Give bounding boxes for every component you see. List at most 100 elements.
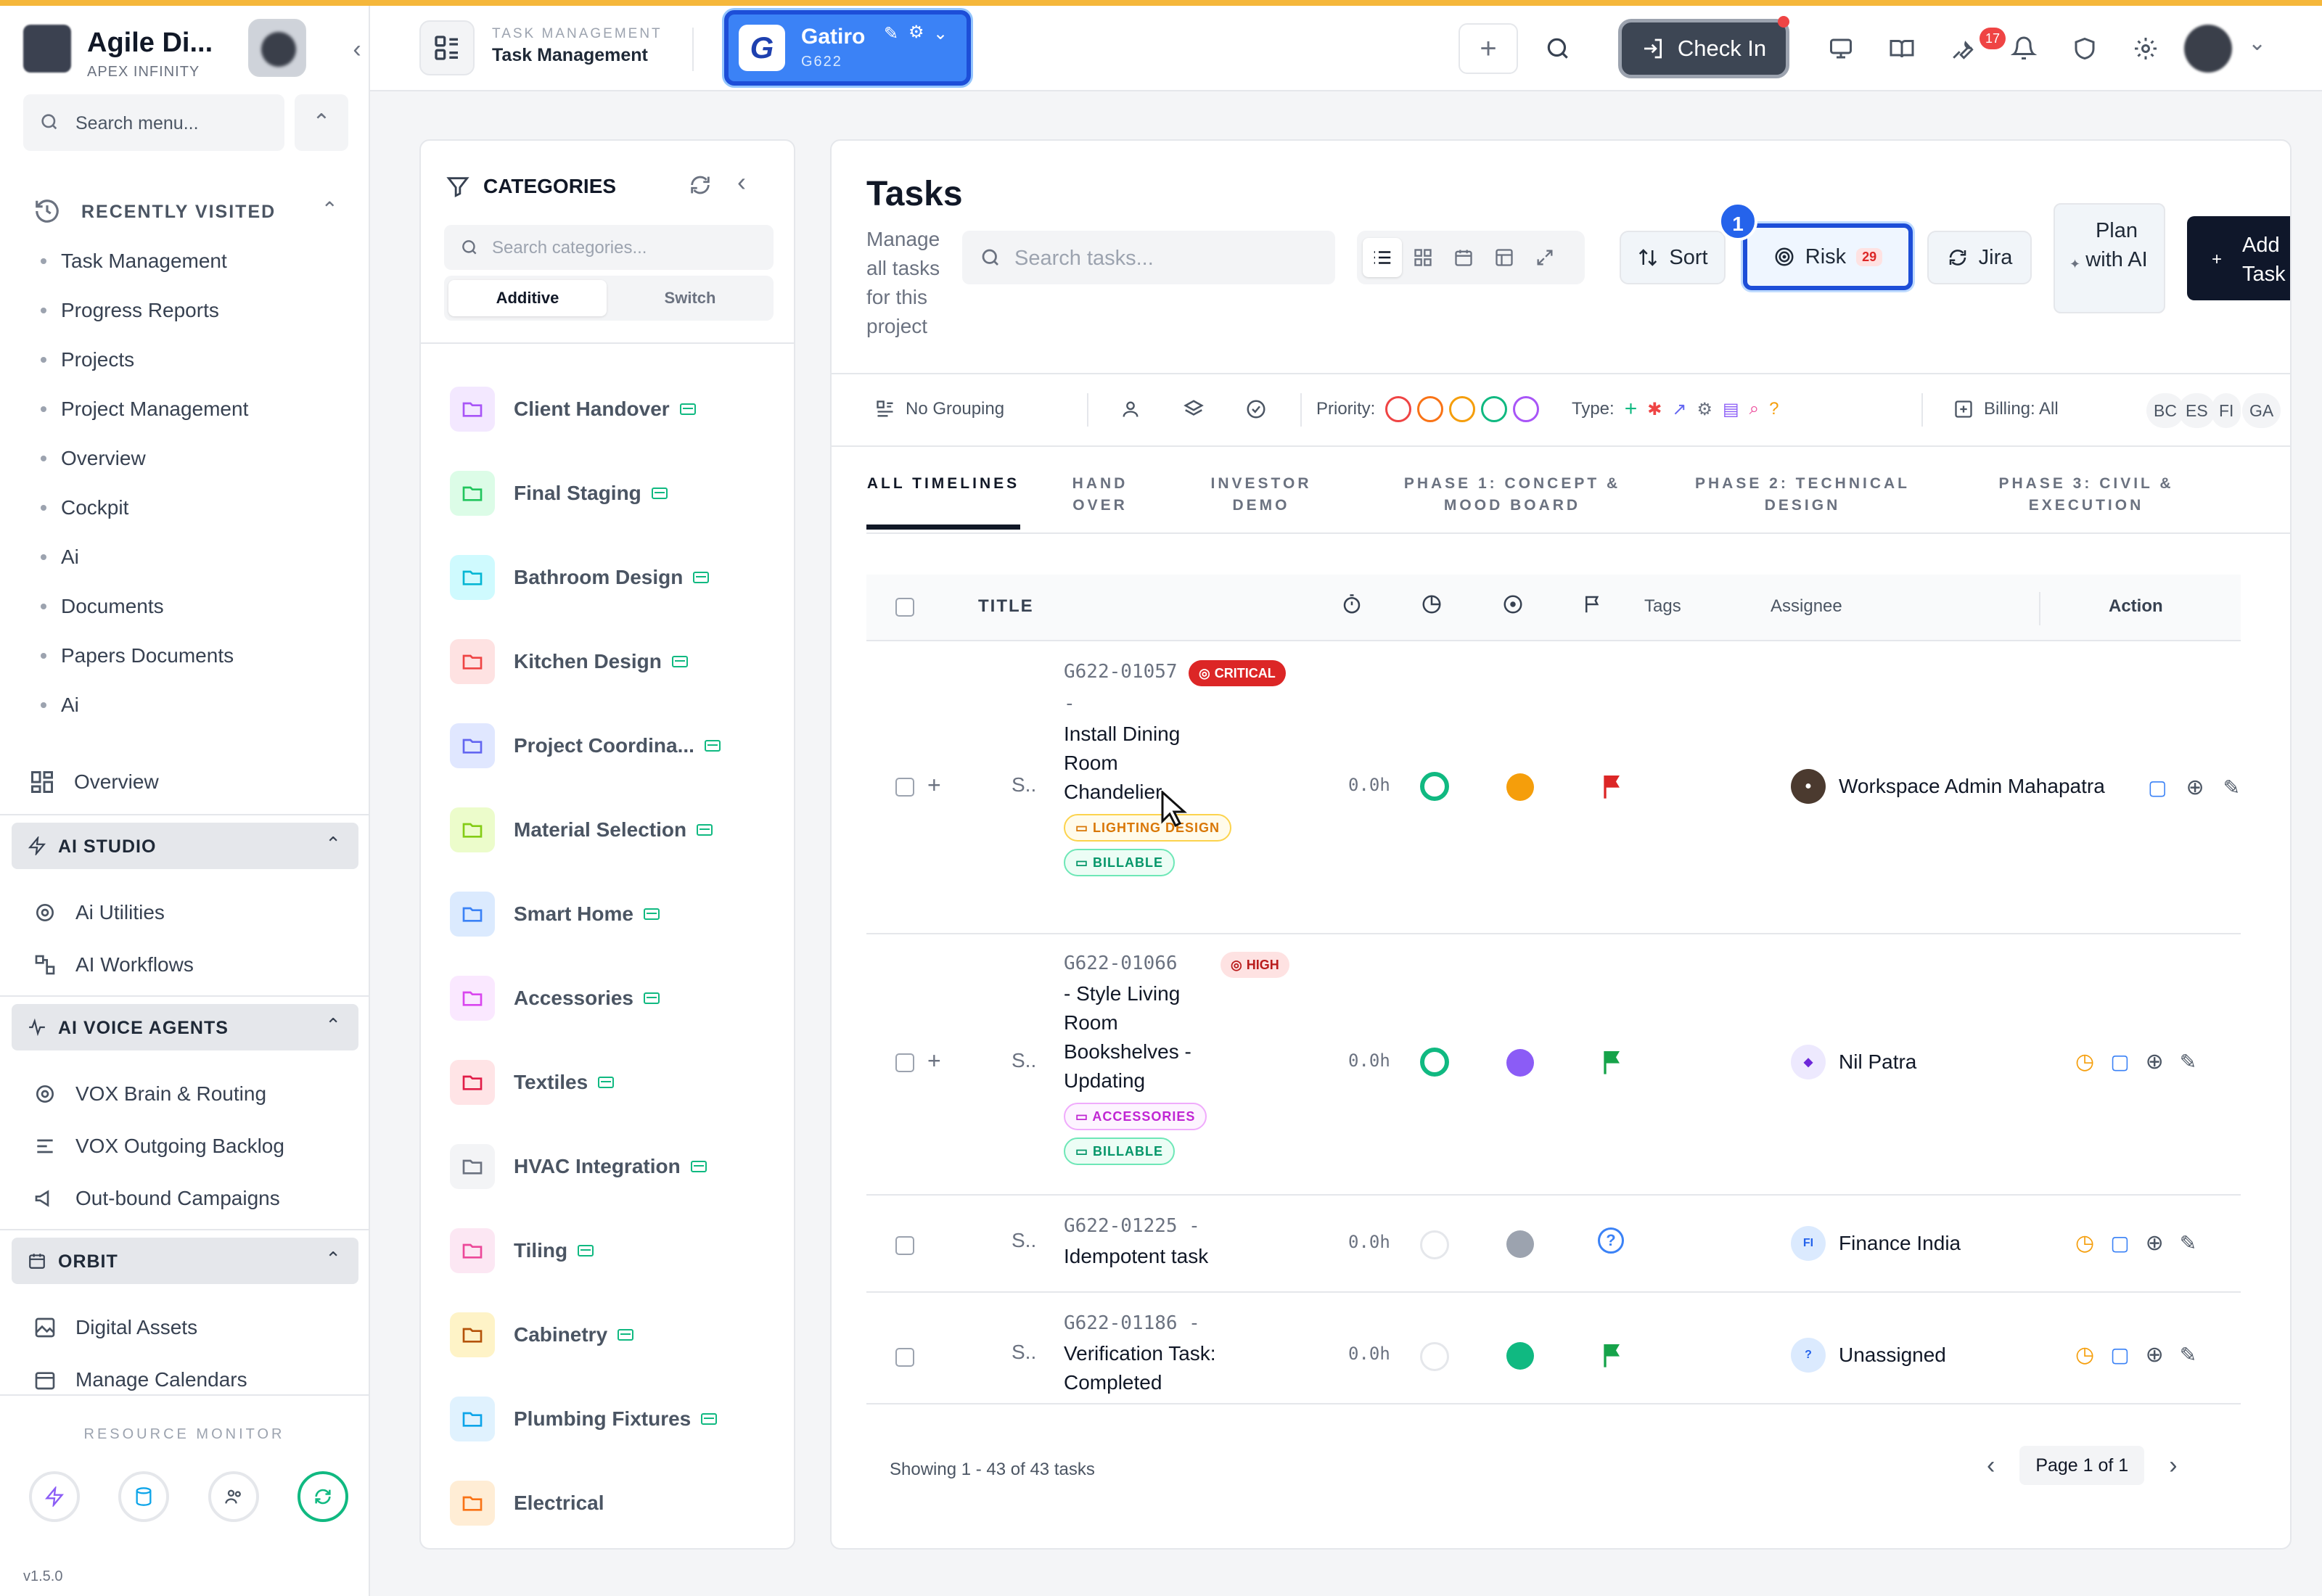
sidebar-collapse-button[interactable]: ‹ bbox=[342, 35, 372, 64]
task-title-block[interactable]: G622-01225 - Idempotent task bbox=[1064, 1210, 1223, 1271]
check-in-button[interactable]: Check In bbox=[1618, 19, 1789, 78]
edit-icon[interactable]: ✎ bbox=[2180, 1343, 2196, 1367]
column-progress[interactable] bbox=[1421, 593, 1443, 620]
priority-none-toggle[interactable] bbox=[1513, 396, 1540, 422]
module-switcher-button[interactable] bbox=[419, 20, 475, 75]
add-subtask-icon[interactable]: ⊕ bbox=[2146, 1342, 2164, 1367]
section-ai-studio[interactable]: AI STUDIO ⌃ bbox=[12, 823, 358, 869]
priority-critical-toggle[interactable] bbox=[1385, 396, 1412, 422]
category-tag[interactable]: ▭ LIGHTING DESIGN bbox=[1064, 814, 1232, 842]
chevron-down-icon[interactable]: ⌄ bbox=[933, 23, 948, 44]
type-question-icon[interactable]: ? bbox=[1769, 399, 1779, 419]
task-title-block[interactable]: G622-01186 - Verification Task: Complete… bbox=[1064, 1307, 1231, 1397]
category-tag[interactable]: ▭ ACCESSORIES bbox=[1064, 1103, 1207, 1130]
docs-button[interactable] bbox=[1878, 25, 1926, 73]
recent-item[interactable]: Cockpit bbox=[41, 483, 248, 532]
category-search-input[interactable]: Search categories... bbox=[444, 225, 774, 270]
tools-button[interactable] bbox=[1939, 25, 1987, 73]
category-item[interactable]: Material Selection bbox=[450, 788, 784, 872]
assignee[interactable]: ? Unassigned bbox=[1791, 1338, 1946, 1373]
assignee[interactable]: ◆ Nil Patra bbox=[1791, 1045, 1916, 1079]
storage-monitor[interactable] bbox=[118, 1471, 170, 1522]
row-checkbox[interactable] bbox=[895, 1053, 914, 1072]
table-row[interactable]: S.. G622-01225 - Idempotent task 0.0h ? … bbox=[866, 1196, 2241, 1293]
table-row[interactable]: S.. G622-01186 - Verification Task: Comp… bbox=[866, 1293, 2241, 1404]
billable-tag[interactable]: ▭ BILLABLE bbox=[1064, 849, 1176, 876]
status-dot[interactable] bbox=[1506, 1342, 1534, 1370]
progress-ring[interactable] bbox=[1420, 1230, 1449, 1259]
status-dot[interactable] bbox=[1506, 1230, 1534, 1258]
column-assignee[interactable]: Assignee bbox=[1771, 596, 1842, 617]
menu-search-toggle-button[interactable]: ⌃ bbox=[295, 94, 348, 151]
users-monitor[interactable] bbox=[208, 1471, 259, 1522]
select-all-checkbox[interactable] bbox=[895, 598, 914, 617]
monitor-button[interactable] bbox=[1817, 25, 1865, 73]
project-selector[interactable]: G Gatiro G622 ✎ ⚙ ⌄ bbox=[724, 10, 971, 86]
type-research-icon[interactable]: ⌕ bbox=[1749, 399, 1759, 419]
sync-monitor[interactable] bbox=[297, 1471, 348, 1522]
table-row[interactable]: + S.. G622-01066 - Style Living Room Boo… bbox=[866, 934, 2241, 1196]
category-item[interactable]: Tiling bbox=[450, 1209, 784, 1293]
clock-icon[interactable]: ◷ bbox=[2075, 1230, 2094, 1256]
priority-low-toggle[interactable] bbox=[1481, 396, 1508, 422]
assignee[interactable]: FI Finance India bbox=[1791, 1226, 1961, 1261]
layers-filter[interactable] bbox=[1183, 395, 1205, 424]
tab-investor-demo[interactable]: INVESTOR DEMO bbox=[1181, 460, 1341, 530]
expand-row-button[interactable]: + bbox=[927, 772, 941, 799]
category-item[interactable]: Client Handover bbox=[450, 367, 784, 451]
status-dot[interactable] bbox=[1506, 773, 1534, 801]
comment-icon[interactable]: ▢ bbox=[2110, 1050, 2129, 1074]
global-search-button[interactable] bbox=[1534, 25, 1582, 73]
assignee-chip[interactable]: ES bbox=[2178, 393, 2215, 428]
task-title-block[interactable]: G622-01066 - Style Living Room Bookshelv… bbox=[1064, 947, 1207, 1165]
recent-item[interactable]: Ai bbox=[41, 532, 248, 582]
column-time[interactable] bbox=[1341, 593, 1363, 620]
tab-phase-3[interactable]: PHASE 3: CIVIL & EXECUTION bbox=[1974, 460, 2199, 530]
billing-filter[interactable]: Billing: All bbox=[1953, 395, 2059, 424]
type-task-icon[interactable]: ⚙ bbox=[1697, 399, 1712, 420]
type-feature-icon[interactable]: + bbox=[1625, 397, 1638, 421]
menu-search-input[interactable]: Search menu... bbox=[23, 94, 284, 151]
task-title-block[interactable]: G622-01057 - Install Dining Room Chandel… bbox=[1064, 656, 1232, 876]
edit-icon[interactable]: ✎ bbox=[2180, 1231, 2196, 1255]
sidebar-item-vox-outgoing[interactable]: VOX Outgoing Backlog bbox=[33, 1129, 284, 1164]
flag-icon[interactable] bbox=[1598, 1341, 1627, 1370]
category-item[interactable]: Accessories bbox=[450, 956, 784, 1040]
brand[interactable]: Agile Di... APEX INFINITY ‹ bbox=[23, 19, 361, 84]
category-item[interactable]: Electrical bbox=[450, 1461, 784, 1545]
task-search-input[interactable]: Search tasks... bbox=[962, 231, 1335, 284]
tab-all-timelines[interactable]: ALL TIMELINES bbox=[866, 460, 1020, 530]
priority-medium-toggle[interactable] bbox=[1449, 396, 1476, 422]
recent-item[interactable]: Progress Reports bbox=[41, 286, 248, 335]
table-view-button[interactable] bbox=[1485, 238, 1524, 277]
edit-icon[interactable]: ✎ bbox=[884, 23, 898, 44]
recently-visited-header[interactable]: RECENTLY VISITED ⌃ bbox=[33, 193, 338, 229]
assignee-filter[interactable] bbox=[1120, 395, 1141, 424]
sort-button[interactable]: Sort bbox=[1620, 231, 1726, 284]
security-button[interactable] bbox=[2061, 25, 2109, 73]
clock-icon[interactable]: ◷ bbox=[2075, 1049, 2094, 1074]
create-new-button[interactable]: + bbox=[1459, 23, 1518, 74]
refresh-icon[interactable] bbox=[688, 173, 713, 197]
jira-button[interactable]: Jira bbox=[1927, 231, 2032, 284]
category-item[interactable]: Smart Home bbox=[450, 872, 784, 956]
category-item[interactable]: Bathroom Design bbox=[450, 535, 784, 620]
sidebar-item-manage-calendars[interactable]: Manage Calendars bbox=[33, 1362, 247, 1397]
table-row[interactable]: + S.. G622-01057 - Install Dining Room C… bbox=[866, 641, 2241, 934]
column-priority[interactable] bbox=[1582, 593, 1604, 620]
tab-phase-1[interactable]: PHASE 1: CONCEPT & MOOD BOARD bbox=[1389, 460, 1636, 530]
recent-item[interactable]: Overview bbox=[41, 434, 248, 483]
mode-switch[interactable]: Switch bbox=[611, 280, 769, 316]
row-checkbox[interactable] bbox=[895, 778, 914, 797]
category-item[interactable]: Kitchen Design bbox=[450, 620, 784, 704]
sidebar-item-overview[interactable]: Overview bbox=[29, 765, 159, 799]
flag-icon[interactable] bbox=[1598, 1048, 1627, 1077]
status-dot[interactable] bbox=[1506, 1049, 1534, 1077]
category-item[interactable]: Plumbing Fixtures bbox=[450, 1377, 784, 1461]
category-item[interactable]: HVAC Integration bbox=[450, 1124, 784, 1209]
column-tags[interactable]: Tags bbox=[1644, 596, 1681, 617]
next-page-button[interactable]: › bbox=[2169, 1452, 2177, 1480]
tab-hand-over[interactable]: HAND OVER bbox=[1049, 460, 1151, 530]
sidebar-item-vox-brain[interactable]: VOX Brain & Routing bbox=[33, 1077, 266, 1111]
progress-ring[interactable] bbox=[1420, 1048, 1449, 1077]
